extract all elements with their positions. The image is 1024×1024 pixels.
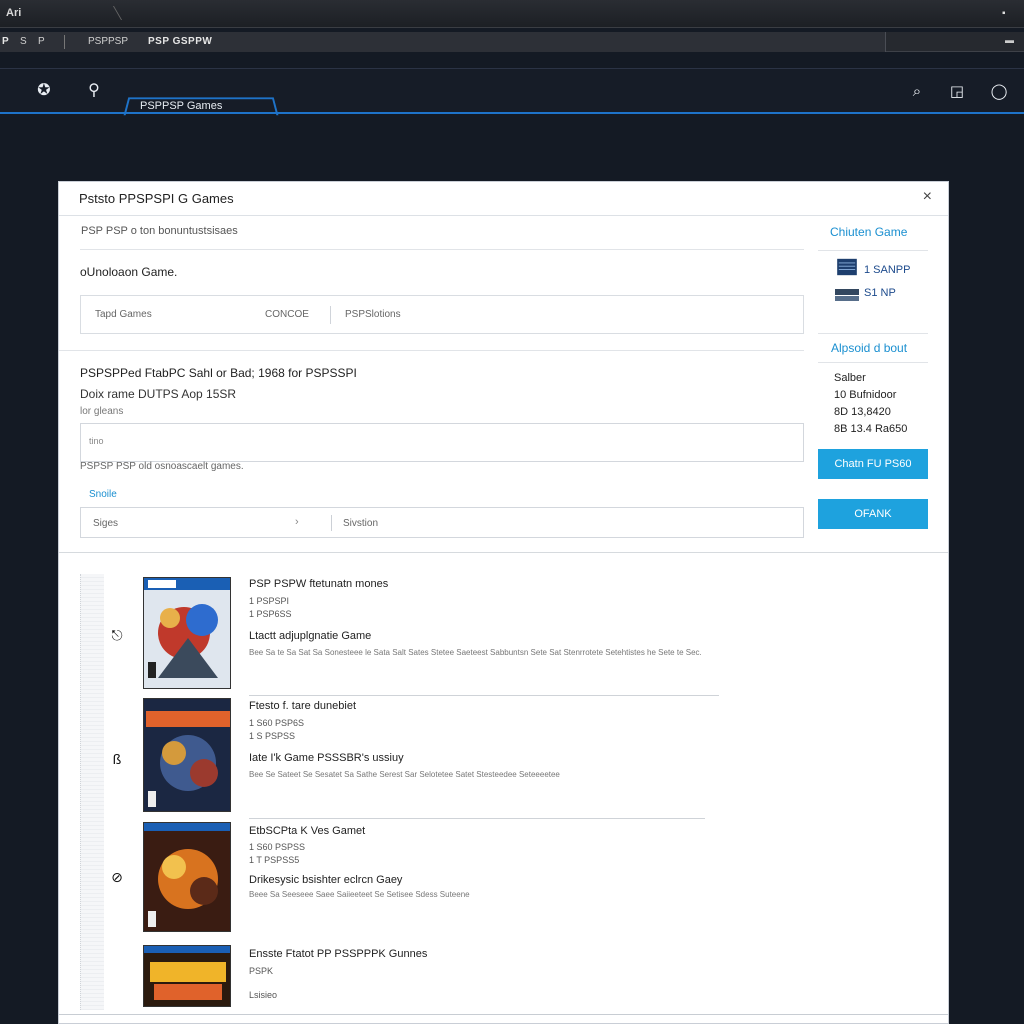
tab-games-label: PSPPSP Games: [140, 100, 223, 112]
item-title[interactable]: Ensste Ftatot PP PSSPPPK Gunnes: [249, 948, 427, 960]
game-controller-icon: ß: [112, 751, 122, 767]
game-cover-image[interactable]: [143, 577, 231, 689]
section-title: oUnoloaon Game.: [80, 265, 178, 279]
divider: [80, 249, 804, 250]
dialog-subhead: PSP PSP o ton bonuntustsisaes: [81, 225, 238, 237]
input-placeholder: tino: [89, 436, 104, 446]
chevron-right-icon[interactable]: ›: [295, 516, 299, 528]
list-item[interactable]: ⊘ EtbSCPta K Ves Gamet 1 S60 PSPSS 1 T P…: [59, 820, 759, 940]
server-icon: [837, 258, 857, 276]
bottom-divider: [59, 1014, 948, 1015]
filter-separator: [330, 306, 331, 324]
list-item[interactable]: Ensste Ftatot PP PSSPPPK Gunnes PSPK Lsi…: [59, 944, 759, 1014]
stat-line-2: S1 NP: [864, 287, 896, 299]
info-line-4: 8B 13.4 Ra650: [834, 423, 908, 435]
field-label: lor gleans: [80, 406, 124, 417]
item-title[interactable]: PSP PSPW ftetunatn mones: [249, 578, 388, 590]
item-subtitle: Iate I'k Game PSSSBR's ussiuy: [249, 752, 404, 764]
menubar: P S P PSPPSP PSP GSPPW ▬: [0, 32, 1024, 52]
primary-button[interactable]: Chatn FU PS60: [818, 449, 928, 479]
item-meta: 1 S60 PSPSS: [249, 842, 306, 852]
app-header: ✪ ⚲ PSPPSP Games ⌕ ◲ ◯: [0, 68, 1024, 116]
item-description: Bee Sa te Sa Sat Sa Sonesteee le Sata Sa…: [249, 648, 702, 657]
filter-bar: Tapd Games CONCOE PSPSlotions: [80, 295, 804, 334]
filter-solutions[interactable]: PSPSlotions: [345, 309, 401, 320]
game-cover-image[interactable]: [143, 698, 231, 812]
games-dialog: Pststo PPSPSPI G Games × PSP PSP o ton b…: [58, 181, 949, 1024]
item-meta: 1 S PSPSS: [249, 731, 296, 741]
item-title[interactable]: EtbSCPta K Ves Gamet: [249, 825, 365, 837]
results-divider: [59, 552, 948, 553]
titlebar-divider: [99, 6, 123, 20]
menu-item-1[interactable]: P: [2, 36, 9, 47]
filter-console[interactable]: CONCOE: [265, 309, 309, 320]
game-cover-image[interactable]: [143, 945, 231, 1007]
profile-select[interactable]: Siges › Sivstion: [80, 507, 804, 538]
info-line-3: 8D 13,8420: [834, 406, 891, 418]
window-icon[interactable]: ◲: [946, 81, 968, 103]
side-divider: [818, 250, 928, 251]
item-meta: 1 PSPSPI: [249, 596, 290, 606]
title-divider: [59, 215, 948, 216]
item-divider: [249, 818, 705, 819]
form-subheading: Doix rame DUTPS Aop 15SR: [80, 387, 237, 401]
menu-item-4[interactable]: PSPPSP: [88, 36, 128, 47]
divider: [59, 350, 804, 351]
menu-item-3[interactable]: P: [38, 36, 45, 47]
stat-line-1: 1 SANPP: [864, 264, 911, 276]
game-controller-icon: ⎋: [111, 627, 123, 643]
dialog-title: Pststo PPSPSPI G Games: [79, 191, 234, 206]
info-line-2: 10 Bufnidoor: [834, 389, 897, 401]
side-divider: [818, 362, 928, 363]
menu-strip: [0, 32, 886, 52]
secondary-button[interactable]: OFANK: [818, 499, 928, 529]
item-description: Beee Sa Seeseee Saee Saiieeteet Se Setis…: [249, 890, 470, 899]
drive-icon: [835, 289, 859, 301]
window-menu-icon[interactable]: ▪: [1002, 8, 1012, 19]
form-heading: PSPSPPed FtabPC Sahl or Bad; 1968 for PS…: [80, 366, 357, 380]
item-subtitle: Drikesysic bsishter eclrcn Gaey: [249, 874, 403, 886]
select-secondary: Sivstion: [343, 518, 379, 529]
item-title[interactable]: Ftesto f. tare dunebiet: [249, 700, 356, 712]
item-description: Bee Se Sateet Se Sesatet Sa Sathe Serest…: [249, 770, 560, 779]
user-icon[interactable]: ⚲: [84, 81, 104, 101]
search-input[interactable]: tino: [80, 423, 804, 462]
select-value: Siges: [93, 518, 119, 529]
collapse-icon[interactable]: ▬: [1005, 35, 1014, 45]
settings-icon[interactable]: ✪: [34, 81, 54, 101]
side-panel: Chiuten Game 1 SANPP S1 NP Alpsoid d bou…: [818, 216, 930, 552]
list-item[interactable]: ß Ftesto f. tare dunebiet 1 S60 PSP6S 1 …: [59, 696, 759, 819]
side-divider: [818, 333, 928, 334]
game-cover-image[interactable]: [143, 822, 231, 932]
menu-item-2[interactable]: S: [20, 36, 27, 47]
list-item[interactable]: ⎋ PSP PSPW ftetunatn mones 1 PSPSPI 1 PS…: [59, 574, 759, 696]
info-line-1: Salber: [834, 372, 866, 384]
close-icon[interactable]: ×: [923, 188, 932, 206]
window-title: Ari: [6, 7, 22, 19]
item-meta: 1 S60 PSP6S: [249, 718, 305, 728]
search-icon[interactable]: ⌕: [906, 81, 928, 103]
menu-separator: [64, 35, 65, 49]
input-hint: PSPSP PSP old osnoascaelt games.: [80, 461, 244, 472]
game-controller-icon: ⊘: [111, 869, 123, 885]
item-meta: PSPK: [249, 966, 274, 976]
item-meta: Lsisieo: [249, 990, 278, 1000]
window-titlebar: Ari ▪: [0, 0, 1024, 28]
filter-games[interactable]: Tapd Games: [95, 309, 152, 320]
item-meta: 1 PSP6SS: [249, 609, 292, 619]
side-title[interactable]: Chiuten Game: [830, 225, 907, 239]
profile-label: Snoile: [89, 489, 117, 500]
item-meta: 1 T PSPSS5: [249, 855, 300, 865]
menu-item-5[interactable]: PSP GSPPW: [148, 36, 212, 47]
item-subtitle: Ltactt adjuplgnatie Game: [249, 630, 372, 642]
select-separator: [331, 515, 332, 531]
side-subtitle[interactable]: Alpsoid d bout: [831, 341, 907, 355]
chat-icon[interactable]: ◯: [988, 81, 1010, 103]
